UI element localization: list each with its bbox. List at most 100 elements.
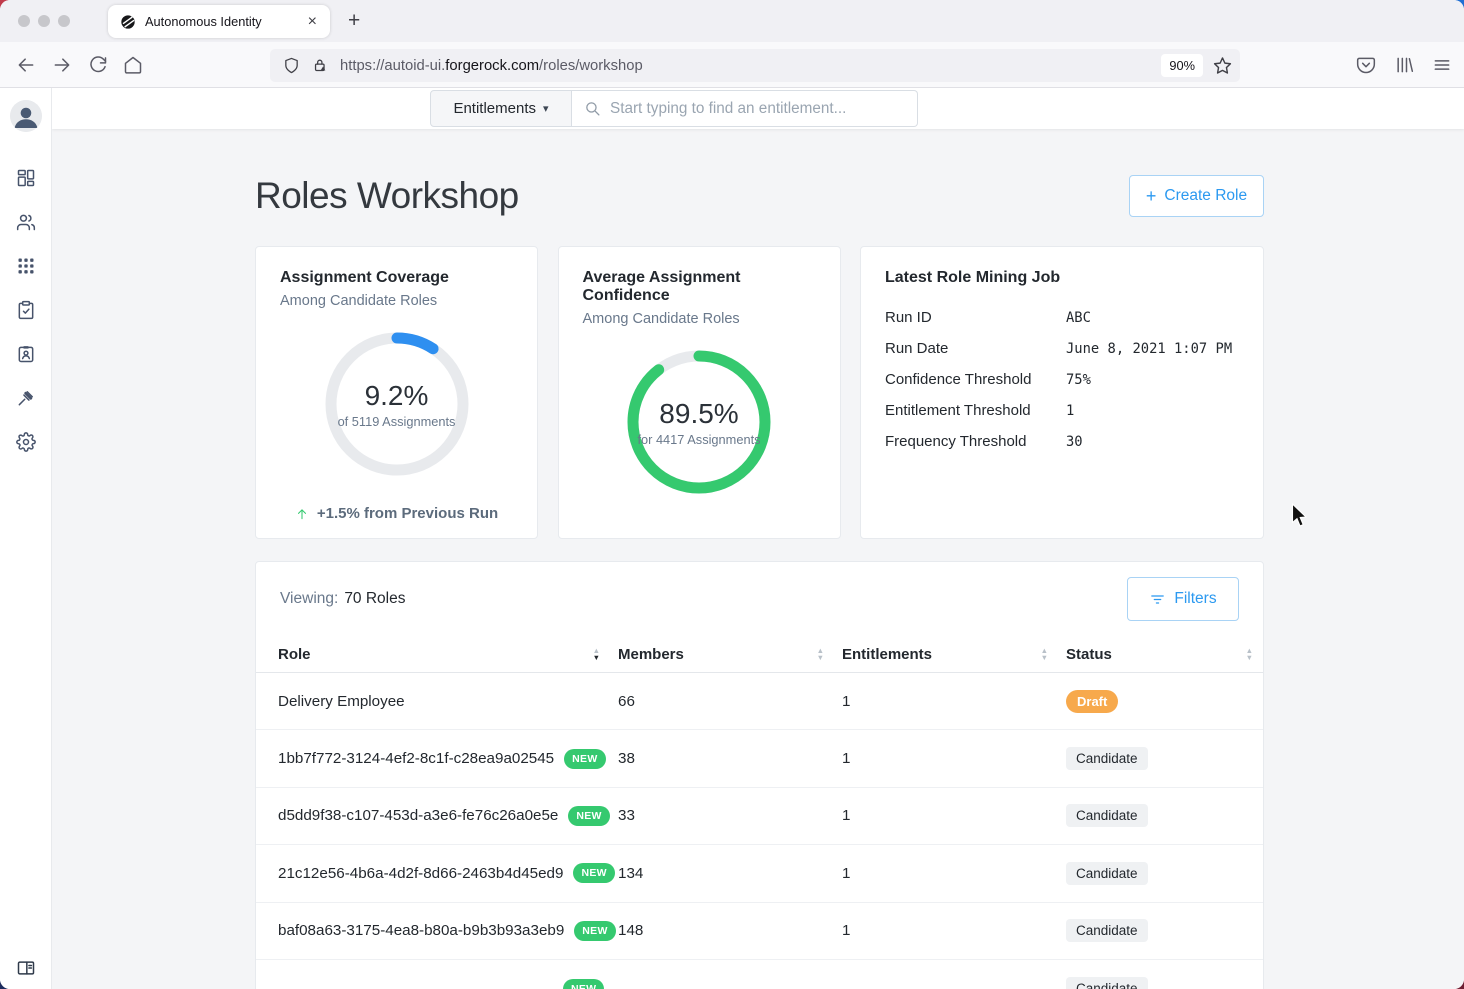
url-path: /roles/workshop <box>539 58 643 74</box>
sidebar-item-applications[interactable] <box>16 256 36 276</box>
reload-icon[interactable] <box>88 55 108 75</box>
tracking-shield-icon[interactable] <box>283 57 300 74</box>
members-value: 134 <box>618 865 842 882</box>
status-badge: Candidate <box>1066 804 1148 827</box>
mining-job-field: Run Date June 8, 2021 1:07 PM <box>885 340 1239 357</box>
entitlements-value: 1 <box>842 693 1066 710</box>
mining-job-field: Frequency Threshold 30 <box>885 433 1239 450</box>
mining-job-card: Latest Role Mining Job Run ID ABC Run Da… <box>860 246 1264 539</box>
mining-job-field: Confidence Threshold 75% <box>885 371 1239 388</box>
browser-window: Autonomous Identity × + https://autoid-u… <box>0 0 1464 989</box>
maximize-window-button[interactable] <box>58 15 70 27</box>
chevron-down-icon: ▾ <box>543 102 549 115</box>
status-badge: Candidate <box>1066 977 1148 989</box>
status-badge: Candidate <box>1066 747 1148 770</box>
bookmark-star-icon[interactable] <box>1213 56 1232 75</box>
card-subtitle: Among Candidate Roles <box>583 311 816 327</box>
browser-tab[interactable]: Autonomous Identity × <box>108 5 330 38</box>
sidebar-toggle-icon[interactable] <box>16 958 36 978</box>
context-dropdown-label: Entitlements <box>453 100 536 117</box>
new-badge: NEW <box>568 806 609 826</box>
column-header-role[interactable]: Role ▲▼ <box>278 646 618 663</box>
filters-button[interactable]: Filters <box>1127 577 1239 621</box>
coverage-donut-chart: 9.2% of 5119 Assignments <box>322 329 472 479</box>
tab-strip: Autonomous Identity × + <box>0 0 1464 42</box>
forgerock-logo-icon <box>120 14 136 30</box>
back-icon[interactable] <box>16 55 36 75</box>
column-header-status[interactable]: Status ▲▼ <box>1066 646 1241 663</box>
role-name-link[interactable]: 1bb7f772-3124-4ef2-8c1f-c28ea9a02545 <box>278 750 554 767</box>
url-domain: forgerock.com <box>445 58 539 74</box>
sidebar-item-settings-gear[interactable] <box>16 432 36 452</box>
role-name-link[interactable]: Delivery Employee <box>278 693 405 710</box>
table-row: NEW Candidate <box>256 960 1263 989</box>
column-header-entitlements[interactable]: Entitlements ▲▼ <box>842 646 1066 663</box>
role-name-link[interactable]: 21c12e56-4b6a-4d2f-8d66-2463b4d45ed9 <box>278 865 563 882</box>
create-role-button[interactable]: + Create Role <box>1129 175 1264 217</box>
coverage-caption: of 5119 Assignments <box>338 414 456 429</box>
card-title: Assignment Coverage <box>280 269 513 287</box>
filter-icon <box>1149 591 1166 608</box>
assignment-confidence-card: Average Assignment Confidence Among Cand… <box>558 246 841 539</box>
sidebar-item-identities[interactable] <box>16 344 36 364</box>
entitlements-value: 1 <box>842 750 1066 767</box>
page-title: Roles Workshop <box>255 175 519 217</box>
sidebar-item-users[interactable] <box>16 212 36 232</box>
tab-title: Autonomous Identity <box>145 14 305 29</box>
new-badge: NEW <box>574 921 615 941</box>
context-dropdown[interactable]: Entitlements ▾ <box>430 90 572 127</box>
table-row: 1bb7f772-3124-4ef2-8c1f-c28ea9a02545 NEW… <box>256 730 1263 787</box>
app-content: Entitlements ▾ Roles Workshop + Create R… <box>52 88 1464 989</box>
role-name-link[interactable]: baf08a63-3175-4ea8-b80a-b9b3b93a3eb9 <box>278 922 564 939</box>
entitlements-value: 1 <box>842 865 1066 882</box>
role-name-link[interactable]: d5dd9f38-c107-453d-a3e6-fe76c26a0e5e <box>278 807 558 824</box>
table-row: baf08a63-3175-4ea8-b80a-b9b3b93a3eb9 NEW… <box>256 903 1263 960</box>
pocket-icon[interactable] <box>1356 55 1376 75</box>
forward-icon[interactable] <box>52 55 72 75</box>
roles-table-card: Viewing:70 Roles Filters Role ▲▼ <box>255 561 1264 989</box>
minimize-window-button[interactable] <box>38 15 50 27</box>
entitlements-value: 1 <box>842 922 1066 939</box>
connection-lock-icon[interactable] <box>312 57 329 74</box>
new-badge: NEW <box>563 979 604 989</box>
mining-job-field: Entitlement Threshold 1 <box>885 402 1239 419</box>
app-topbar: Entitlements ▾ <box>52 88 1464 129</box>
sort-icon: ▲▼ <box>1041 647 1048 661</box>
sort-icon: ▲▼ <box>1246 647 1253 661</box>
assignment-coverage-card: Assignment Coverage Among Candidate Role… <box>255 246 538 539</box>
sort-icon: ▲▼ <box>593 647 600 661</box>
url-scheme: https://autoid-ui. <box>340 58 445 74</box>
table-row: 21c12e56-4b6a-4d2f-8d66-2463b4d45ed9 NEW… <box>256 845 1263 902</box>
close-tab-icon[interactable]: × <box>305 13 320 31</box>
entitlements-value: 1 <box>842 807 1066 824</box>
card-title: Average Assignment Confidence <box>583 269 816 305</box>
coverage-trend: +1.5% from Previous Run <box>280 505 513 522</box>
menu-hamburger-icon[interactable] <box>1432 55 1452 75</box>
app-sidebar <box>0 88 52 989</box>
table-row: d5dd9f38-c107-453d-a3e6-fe76c26a0e5e NEW… <box>256 788 1263 845</box>
card-subtitle: Among Candidate Roles <box>280 293 513 309</box>
table-header-row: Role ▲▼ Members ▲▼ Entitlements ▲▼ Sta <box>256 636 1263 673</box>
plus-icon: + <box>1146 186 1157 207</box>
browser-toolbar: https://autoid-ui.forgerock.com/roles/wo… <box>0 42 1464 88</box>
library-icon[interactable] <box>1394 55 1414 75</box>
search-input[interactable] <box>610 100 905 118</box>
viewing-count: Viewing:70 Roles <box>280 590 406 608</box>
avatar[interactable] <box>10 100 42 132</box>
status-badge: Draft <box>1066 690 1118 713</box>
home-icon[interactable] <box>123 55 143 75</box>
url-bar[interactable]: https://autoid-ui.forgerock.com/roles/wo… <box>270 49 1240 82</box>
members-value: 33 <box>618 807 842 824</box>
new-badge: NEW <box>573 863 614 883</box>
sidebar-item-tasks[interactable] <box>16 300 36 320</box>
column-header-members[interactable]: Members ▲▼ <box>618 646 842 663</box>
sidebar-item-dashboard[interactable] <box>16 168 36 188</box>
members-value: 38 <box>618 750 842 767</box>
sidebar-item-rules-gavel[interactable] <box>16 388 36 408</box>
url-text: https://autoid-ui.forgerock.com/roles/wo… <box>340 58 1161 74</box>
status-badge: Candidate <box>1066 862 1148 885</box>
new-tab-button[interactable]: + <box>343 8 365 34</box>
search-icon <box>584 100 601 117</box>
close-window-button[interactable] <box>18 15 30 27</box>
zoom-level-badge[interactable]: 90% <box>1161 54 1203 77</box>
